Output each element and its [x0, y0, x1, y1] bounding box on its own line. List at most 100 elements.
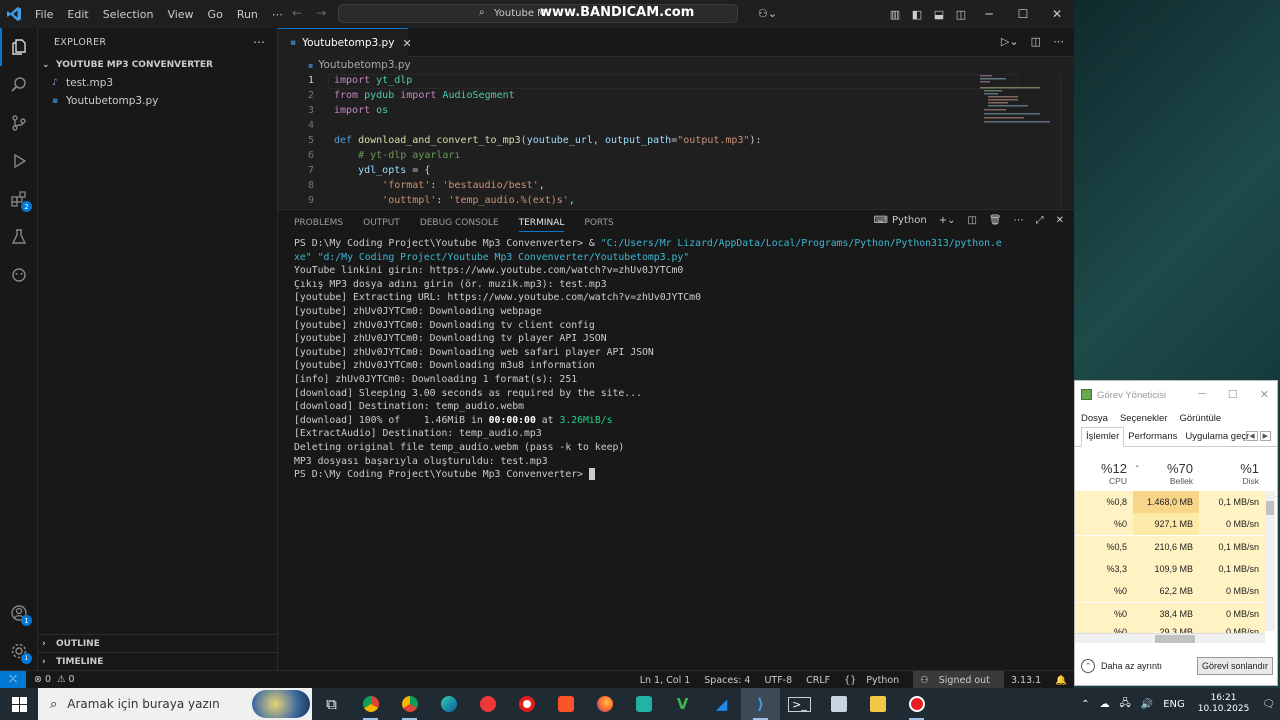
accounts-icon[interactable]: 1: [0, 594, 38, 632]
close-icon[interactable]: ✕: [1040, 7, 1074, 21]
table-row[interactable]: %0,5 210,6 MB 0,1 MB/sn: [1075, 535, 1265, 558]
network-icon[interactable]: 🖧: [1115, 696, 1136, 713]
chevron-right-icon[interactable]: ▶: [1259, 431, 1271, 441]
task-manager-app-icon[interactable]: [819, 688, 858, 720]
opera-app-icon[interactable]: [507, 688, 546, 720]
app-icon-teal[interactable]: [624, 688, 663, 720]
less-details-button[interactable]: ⌃ Daha az ayrıntı: [1081, 659, 1162, 673]
menu-secenekler[interactable]: Seçenekler: [1120, 413, 1168, 424]
maximize-panel-icon[interactable]: ⤢: [1036, 215, 1044, 226]
tab-performans[interactable]: Performans: [1124, 431, 1181, 442]
close-tab-icon[interactable]: ✕: [402, 37, 411, 50]
table-row[interactable]: %0 38,4 MB 0 MB/sn: [1075, 602, 1265, 625]
close-panel-icon[interactable]: ✕: [1056, 215, 1064, 226]
run-file-icon[interactable]: ▷⌄: [1001, 35, 1019, 48]
notifications-bell-icon[interactable]: 🔔: [1048, 675, 1074, 686]
tab-debug-console[interactable]: DEBUG CONSOLE: [420, 218, 499, 228]
kill-terminal-icon[interactable]: 🗑: [989, 215, 1002, 226]
scrollbar-thumb[interactable]: [1155, 635, 1195, 643]
tab-ports[interactable]: PORTS: [584, 218, 613, 228]
maximize-icon[interactable]: ☐: [1006, 7, 1040, 21]
terminal-output[interactable]: PS D:\My Coding Project\Youtube Mp3 Conv…: [294, 237, 1064, 482]
task-view-icon[interactable]: ⧉: [312, 688, 351, 720]
column-disk[interactable]: %1 Disk: [1199, 453, 1265, 496]
end-of-line[interactable]: CRLF: [799, 675, 837, 686]
vscode-app-icon[interactable]: ⟩: [741, 688, 780, 720]
warnings-count[interactable]: 0: [69, 674, 75, 685]
toggle-sidebar-icon[interactable]: ◧: [906, 8, 928, 21]
cursor-position[interactable]: Ln 1, Col 1: [633, 675, 698, 686]
menu-go[interactable]: Go: [201, 8, 230, 21]
vivaldi-app-icon[interactable]: [468, 688, 507, 720]
explorer-icon[interactable]: [0, 28, 38, 66]
toggle-panel-icon[interactable]: ⬓: [928, 8, 950, 21]
taskbar-search-box[interactable]: ⌕ Aramak için buraya yazın: [38, 688, 312, 720]
testing-icon[interactable]: [0, 218, 38, 256]
windows-start-icon[interactable]: [0, 688, 38, 720]
notifications-icon[interactable]: 🗨: [1257, 699, 1280, 710]
terminal-shell-name[interactable]: Python: [892, 215, 927, 226]
settings-gear-icon[interactable]: 1: [0, 632, 38, 670]
tab-terminal[interactable]: TERMINAL: [518, 218, 565, 232]
process-list-scrollbar[interactable]: [1265, 491, 1275, 631]
back-arrow-icon[interactable]: ←: [292, 6, 316, 20]
bandicam-app-icon[interactable]: [897, 688, 936, 720]
chrome-profile-app-icon[interactable]: [390, 688, 429, 720]
menu-edit[interactable]: Edit: [60, 8, 95, 21]
input-language[interactable]: ENG: [1158, 699, 1190, 710]
breadcrumb-file[interactable]: Youtubetomp3.py: [318, 59, 410, 71]
firefox-app-icon[interactable]: [585, 688, 624, 720]
table-row[interactable]: %0 927,1 MB 0 MB/sn: [1075, 513, 1265, 536]
more-actions-icon[interactable]: ⋯: [1014, 215, 1024, 226]
language-mode[interactable]: {} Python: [837, 675, 913, 686]
code-editor[interactable]: 1 2 3 4 5 6 7 8 9 import yt_dlp from pyd…: [278, 73, 1074, 209]
file-item-youtubetomp3[interactable]: ▪ Youtubetomp3.py: [38, 92, 277, 110]
more-actions-icon[interactable]: ⋯: [253, 35, 265, 49]
chrome-app-icon[interactable]: [351, 688, 390, 720]
python-version[interactable]: 3.13.1: [1004, 675, 1048, 686]
tab-output[interactable]: OUTPUT: [363, 218, 400, 228]
tab-youtubetomp3[interactable]: ▪ Youtubetomp3.py ✕: [278, 28, 412, 57]
table-row[interactable]: %3,3 109,9 MB 0,1 MB/sn: [1075, 558, 1265, 581]
remote-indicator-icon[interactable]: ⤫: [0, 670, 26, 689]
more-actions-icon[interactable]: ⋯: [1053, 35, 1064, 48]
column-bellek[interactable]: %70 Bellek: [1141, 453, 1199, 496]
end-task-button[interactable]: Görevi sonlandır: [1196, 657, 1273, 675]
new-terminal-icon[interactable]: +⌄: [939, 215, 956, 226]
editor-scrollbar[interactable]: [1060, 73, 1074, 209]
errors-count[interactable]: 0: [45, 674, 51, 685]
minimize-icon[interactable]: ─: [1198, 388, 1206, 401]
table-row[interactable]: %0,8 1.468,0 MB 0,1 MB/sn: [1075, 491, 1265, 514]
onedrive-icon[interactable]: ☁: [1095, 699, 1115, 710]
toggle-secondary-sidebar-icon[interactable]: ◫: [950, 8, 972, 21]
menu-view[interactable]: View: [160, 8, 200, 21]
close-icon[interactable]: ✕: [1260, 388, 1269, 401]
chevron-left-icon[interactable]: ◀: [1246, 431, 1258, 441]
menu-file[interactable]: File: [28, 8, 60, 21]
file-explorer-icon[interactable]: [858, 688, 897, 720]
minimize-icon[interactable]: ─: [972, 7, 1006, 21]
clock[interactable]: 16:21 10.10.2025: [1190, 693, 1258, 715]
file-item-test-mp3[interactable]: ♪ test.mp3: [38, 74, 277, 92]
split-editor-icon[interactable]: ◫: [1031, 35, 1041, 48]
warnings-icon[interactable]: ⚠: [57, 674, 66, 685]
menu-dosya[interactable]: Dosya: [1081, 413, 1108, 424]
process-list-hscrollbar[interactable]: [1075, 633, 1265, 643]
copilot-icon[interactable]: ⚇⌄: [758, 7, 777, 20]
split-terminal-icon[interactable]: ◫: [967, 215, 976, 226]
signed-out-indicator[interactable]: ⚇ Signed out: [913, 671, 1004, 689]
layout-toggle-icon[interactable]: ▥: [884, 8, 906, 21]
encoding[interactable]: UTF-8: [757, 675, 799, 686]
menu-more[interactable]: ⋯: [265, 8, 290, 21]
maximize-icon[interactable]: ☐: [1228, 388, 1238, 401]
terminal-app-icon[interactable]: >_: [780, 688, 819, 720]
source-control-icon[interactable]: [0, 104, 38, 142]
workspace-folder[interactable]: ⌄ YOUTUBE MP3 CONVENVERTER: [38, 56, 277, 74]
run-debug-icon[interactable]: [0, 142, 38, 180]
table-row[interactable]: %0 62,2 MB 0 MB/sn: [1075, 580, 1265, 603]
scrollbar-thumb[interactable]: [1266, 501, 1274, 515]
table-row[interactable]: %0 29,3 MB 0 MB/sn: [1075, 624, 1265, 633]
minimap[interactable]: [976, 73, 1056, 209]
forward-arrow-icon[interactable]: →: [316, 6, 340, 20]
volume-icon[interactable]: 🔊: [1136, 699, 1158, 710]
